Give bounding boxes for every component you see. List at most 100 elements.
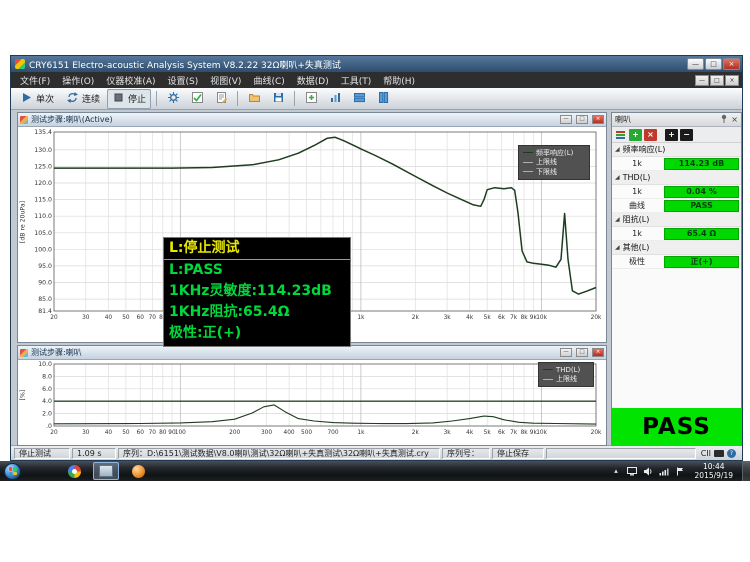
menu-item[interactable]: 操作(O) [56, 72, 100, 89]
maximize-button[interactable]: □ [705, 58, 722, 70]
menu-item[interactable]: 文件(F) [14, 72, 56, 89]
svg-text:10.0: 10.0 [38, 361, 52, 368]
windows-logo-icon [9, 467, 17, 475]
mdi-maximize-button[interactable]: □ [710, 75, 724, 86]
svg-text:20k: 20k [591, 315, 602, 321]
continuous-button[interactable]: 连续 [61, 89, 105, 109]
tree-section-header[interactable]: ◢阻抗(L) [612, 213, 741, 227]
mdi-window-controls: —□× [694, 75, 742, 86]
network-icon[interactable] [659, 465, 670, 477]
tree-row-label: 1k [612, 159, 662, 168]
delete-icon[interactable]: × [644, 129, 657, 141]
svg-text:110.0: 110.0 [34, 213, 52, 220]
taskbar-active-app-button[interactable] [93, 462, 119, 480]
open-button[interactable] [243, 89, 265, 108]
tree-section-header[interactable]: ◢频率响应(L) [612, 143, 741, 157]
minimize-icon[interactable]: — [560, 115, 572, 124]
legend-label: 频率响应(L) [536, 148, 573, 158]
legend-entry: 上限线 [523, 158, 585, 168]
toolbar-separator [156, 91, 157, 106]
tree-row[interactable]: 1k114.23 dB [612, 157, 741, 171]
window-icon [99, 465, 113, 477]
taskbar-browser-button[interactable] [61, 462, 87, 480]
settings-button[interactable] [162, 89, 184, 108]
svg-text:10k: 10k [536, 315, 547, 321]
status-segment: 序列：D:\6151\测试数据\V8.0喇叭测试\32Ω喇叭+失真测试\32Ω喇… [118, 448, 440, 459]
menu-item[interactable]: 工具(T) [335, 72, 378, 89]
tree-row[interactable]: 1k0.04 % [612, 185, 741, 199]
minimize-icon[interactable]: — [560, 348, 572, 357]
svg-text:[dB re 20uPa]: [dB re 20uPa] [20, 201, 27, 243]
display-icon[interactable] [627, 465, 638, 477]
close-icon[interactable]: × [592, 348, 604, 357]
loop-icon [66, 91, 79, 107]
close-icon[interactable]: × [592, 115, 604, 124]
mdi-close-button[interactable]: × [725, 75, 739, 86]
minimize-button[interactable]: — [687, 58, 704, 70]
status-segment: 停止保存 [492, 448, 544, 459]
menu-item[interactable]: 曲线(C) [247, 72, 290, 89]
maximize-icon[interactable]: □ [576, 115, 588, 124]
svg-text:1k: 1k [357, 315, 365, 321]
close-icon[interactable]: × [731, 115, 738, 124]
tree-row[interactable]: 极性正(+) [612, 255, 741, 269]
statistics-button[interactable] [324, 89, 346, 108]
svg-text:50: 50 [122, 315, 130, 321]
freq-response-panel-header[interactable]: 测试步骤:喇叭(Active) — □ × [18, 113, 606, 127]
tree-row[interactable]: 1k65.4 Ω [612, 227, 741, 241]
results-panel-title: 喇叭 [615, 114, 631, 125]
add-icon[interactable]: + [629, 129, 642, 141]
signal-check-button[interactable] [186, 89, 208, 108]
mdi-minimize-button[interactable]: — [695, 75, 709, 86]
help-icon[interactable]: ? [727, 449, 736, 458]
menu-item[interactable]: 帮助(H) [377, 72, 421, 89]
volume-icon[interactable] [643, 465, 654, 477]
svg-text:20k: 20k [591, 430, 602, 436]
svg-text:6.0: 6.0 [42, 386, 52, 393]
svg-text:6k: 6k [498, 315, 506, 321]
tree-row-label: 1k [612, 229, 662, 238]
menu-item[interactable]: 仪器校准(A) [100, 72, 161, 89]
svg-text:[%]: [%] [20, 390, 27, 401]
layout-rows-button[interactable] [348, 89, 370, 108]
menu-item[interactable]: 设置(S) [162, 72, 205, 89]
start-button[interactable] [4, 463, 21, 480]
taskbar-clock[interactable]: 10:44 2015/9/19 [695, 462, 733, 480]
results-panel-titlebar: 喇叭 × [612, 113, 741, 127]
toolbar-separator [237, 91, 238, 106]
play-icon [20, 91, 33, 107]
add-chart-button[interactable] [300, 89, 322, 108]
action-center-flag-icon[interactable] [675, 465, 686, 477]
status-segment [546, 448, 696, 459]
svg-text:2.0: 2.0 [42, 411, 52, 418]
menu-item[interactable]: 数据(D) [291, 72, 335, 89]
curve-list-icon[interactable] [614, 129, 627, 141]
maximize-icon[interactable]: □ [576, 348, 588, 357]
tree-section-header[interactable]: ◢其他(L) [612, 241, 741, 255]
tree-row-label: 曲线 [612, 200, 662, 211]
overlay-line: L:停止测试 [164, 238, 350, 260]
pin-icon[interactable] [720, 114, 728, 125]
svg-text:95.0: 95.0 [38, 263, 52, 270]
expand-all-icon[interactable]: + [665, 129, 678, 141]
report-button[interactable] [210, 89, 232, 108]
overlay-line: 1KHz阻抗:65.4Ω [164, 302, 350, 323]
close-button[interactable]: × [723, 58, 740, 70]
menu-item[interactable]: 视图(V) [204, 72, 247, 89]
layout-columns-button[interactable] [372, 89, 394, 108]
svg-text:100.0: 100.0 [34, 246, 52, 253]
svg-text:8k: 8k [521, 315, 529, 321]
taskbar-cry-app-button[interactable] [125, 462, 151, 480]
show-desktop-button[interactable] [742, 461, 750, 481]
single-button[interactable]: 单次 [15, 89, 59, 109]
svg-text:125.0: 125.0 [34, 164, 52, 171]
stop-button[interactable]: 停止 [107, 89, 151, 109]
save-button[interactable] [267, 89, 289, 108]
tree-row[interactable]: 曲线PASS [612, 199, 741, 213]
browser-icon [68, 465, 81, 478]
hidden-icons-arrow-icon[interactable]: ▴ [611, 465, 622, 477]
tree-section-header[interactable]: ◢THD(L) [612, 171, 741, 185]
thd-panel-header[interactable]: 测试步骤:喇叭 — □ × [18, 346, 606, 360]
svg-text:400: 400 [284, 430, 295, 436]
collapse-all-icon[interactable]: − [680, 129, 693, 141]
